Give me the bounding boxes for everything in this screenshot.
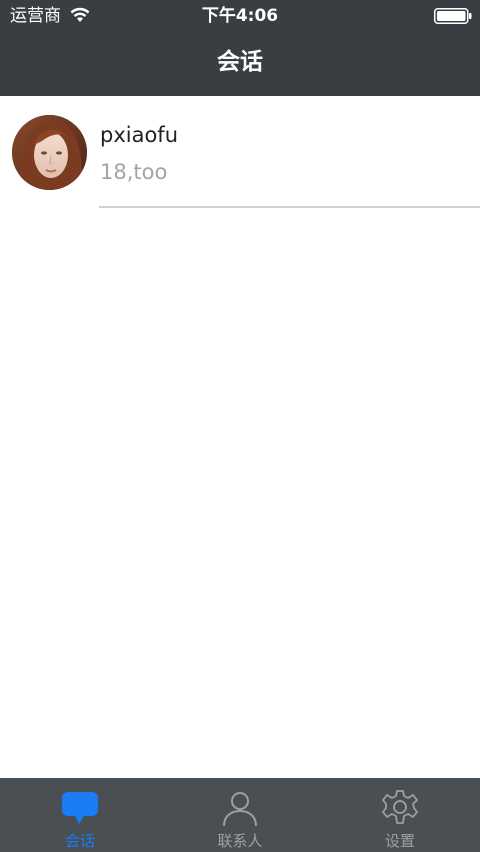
top-bar: 运营商 下午4:06 会话 xyxy=(0,0,480,96)
person-icon xyxy=(220,788,260,828)
contact-name: pxiaofu xyxy=(100,123,179,147)
last-message: 18,too xyxy=(100,160,168,184)
avatar xyxy=(12,115,87,190)
tab-label: 会话 xyxy=(64,832,95,850)
page-title: 会话 xyxy=(217,49,263,75)
conversation-list: pxiaofu 18,too xyxy=(0,96,480,208)
screen: 运营商 下午4:06 会话 pxiaofu 18,too 会话 联系人 设置 xyxy=(0,0,480,852)
tab-label: 联系人 xyxy=(217,832,263,850)
gear-icon xyxy=(380,788,420,828)
tab-bar: 会话 联系人 设置 xyxy=(0,778,480,852)
tab-settings[interactable]: 设置 xyxy=(320,778,480,852)
status-bar: 运营商 下午4:06 xyxy=(0,0,480,32)
status-time: 下午4:06 xyxy=(201,6,279,26)
chat-bubble-icon xyxy=(60,788,100,828)
conversation-row[interactable]: pxiaofu 18,too xyxy=(0,96,480,208)
tab-contacts[interactable]: 联系人 xyxy=(160,778,320,852)
divider xyxy=(99,206,480,208)
tab-label: 设置 xyxy=(384,832,415,850)
tab-conversations[interactable]: 会话 xyxy=(0,778,160,852)
battery-icon xyxy=(434,8,472,24)
